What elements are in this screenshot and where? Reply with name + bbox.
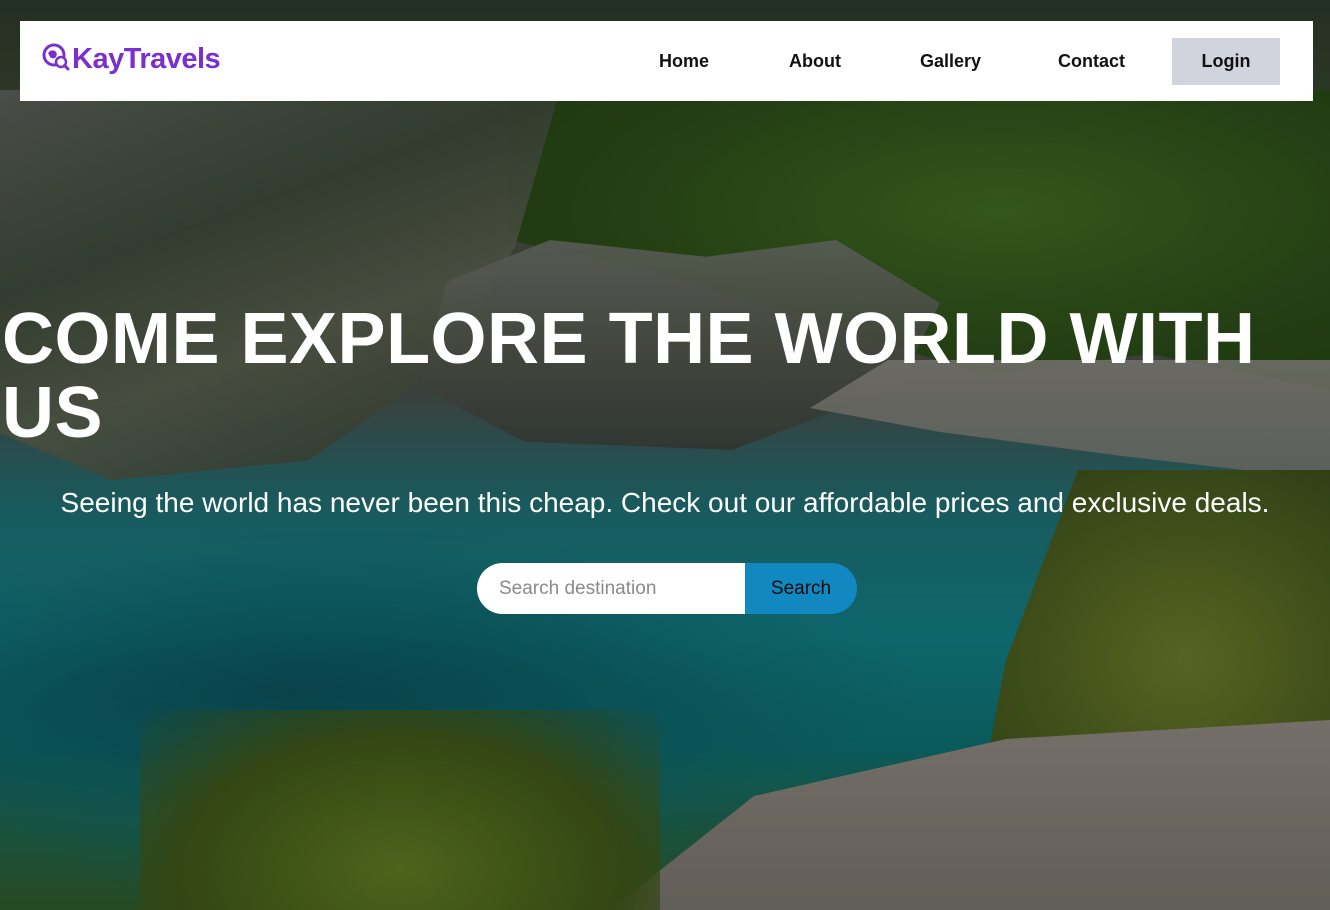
search-button[interactable]: Search [745, 563, 857, 614]
login-button[interactable]: Login [1172, 38, 1280, 85]
hero-headline: COME EXPLORE THE WORLD WITH US [2, 299, 1256, 453]
nav-link-about[interactable]: About [789, 51, 841, 72]
hero-overlay [0, 0, 1330, 910]
hero-subtitle: Seeing the world has never been this che… [60, 487, 1270, 518]
nav-link-contact[interactable]: Contact [1058, 51, 1125, 72]
nav-links: Home About Gallery Contact Login [20, 21, 1313, 101]
hero-section: KayTravels Home About Gallery Contact Lo… [0, 0, 1330, 910]
navbar: KayTravels Home About Gallery Contact Lo… [20, 21, 1313, 101]
search-form: Search [477, 563, 857, 614]
nav-link-gallery[interactable]: Gallery [920, 51, 981, 72]
search-input[interactable] [477, 563, 745, 614]
nav-link-home[interactable]: Home [659, 51, 709, 72]
